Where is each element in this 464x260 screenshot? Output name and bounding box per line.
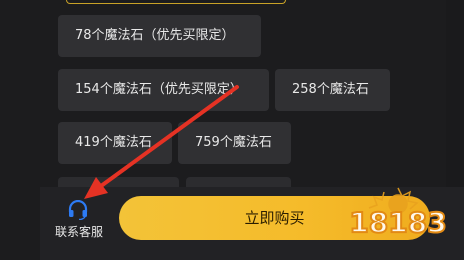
option-258[interactable]: 258个魔法石	[275, 69, 390, 111]
contact-service-button[interactable]: 联系客服	[49, 196, 109, 242]
contact-service-label: 联系客服	[54, 225, 103, 239]
option-154[interactable]: 154个魔法石（优先买限定）	[58, 69, 269, 111]
headset-icon	[68, 200, 88, 220]
watermark-text: 18183	[349, 206, 446, 239]
option-759[interactable]: 759个魔法石	[178, 122, 291, 164]
option-419[interactable]: 419个魔法石	[58, 122, 172, 164]
option-78[interactable]: 78个魔法石（优先买限定）	[58, 15, 261, 57]
watermark-18183-logo: 18183	[348, 187, 448, 240]
scroll-edge	[446, 0, 464, 187]
selected-option-edge	[66, 0, 286, 4]
